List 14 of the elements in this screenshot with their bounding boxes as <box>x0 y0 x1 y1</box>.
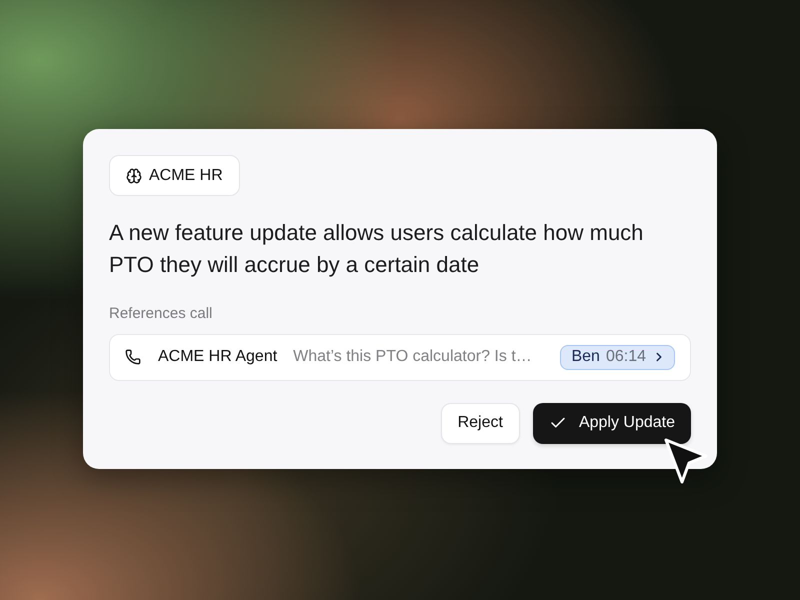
speaker-name: Ben <box>571 347 600 367</box>
call-title: ACME HR Agent <box>158 347 278 367</box>
apply-button[interactable]: Apply Update <box>532 402 691 444</box>
call-time: 06:14 <box>606 347 646 367</box>
section-label: References call <box>109 304 212 324</box>
badge-label: ACME HR <box>149 166 223 186</box>
call-snippet: What’s this PTO calculator? Is t… <box>293 347 532 367</box>
update-message: A new feature update allows users calculate how much PTO they will accrue by a certain date <box>109 219 644 279</box>
phone-icon <box>125 349 141 365</box>
call-reference-row[interactable]: ACME HR Agent What’s this PTO calculator? Is t… Ben 06:14 <box>109 334 691 380</box>
timestamp-pill[interactable]: Ben 06:14 <box>560 344 675 370</box>
button-label: Apply Update <box>578 413 675 433</box>
brain-icon <box>126 168 142 184</box>
reject-button[interactable]: Reject <box>440 402 520 444</box>
